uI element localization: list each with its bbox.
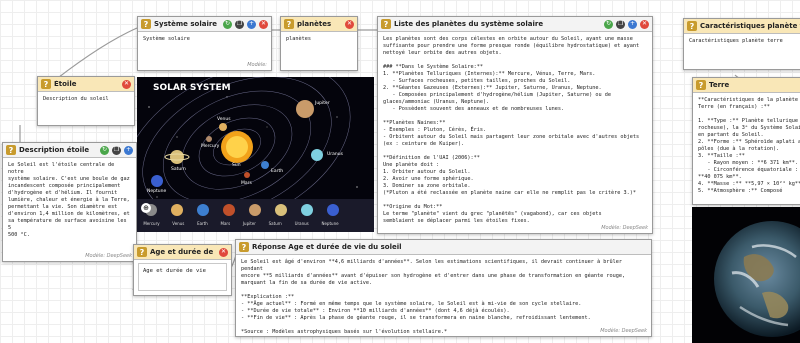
node-text[interactable]: Système solaire	[138, 32, 271, 47]
node-title: Age et durée de vie	[150, 248, 216, 256]
node-reponse-age[interactable]: ? Réponse Age et durée de vie du soleil …	[235, 239, 652, 337]
node-text[interactable]: Caractéristiques planète terre	[684, 34, 800, 49]
close-icon[interactable]: ✕	[259, 19, 268, 29]
node-title: Liste des planètes du système solaire	[394, 20, 544, 28]
model-label: Modèle: DeepSeek	[601, 225, 648, 231]
node-text[interactable]: Le Soleil est l'étoile centrale de notre…	[3, 158, 136, 243]
node-text[interactable]: Age et durée de vie	[138, 263, 227, 291]
add-icon[interactable]: +	[124, 145, 133, 155]
node-header[interactable]: ? Age et durée de vie ✕	[134, 245, 231, 260]
node-header[interactable]: ? Système solaire ↻ ❐ + ✕	[138, 17, 271, 32]
node-description-etoile[interactable]: ? Description étoile ↻ ❐ + Le Soleil est…	[2, 142, 137, 262]
model-label: Modèle: DeepSeek	[85, 253, 132, 259]
earth-illustration	[714, 221, 800, 337]
strip-label-mars: Mars	[220, 221, 231, 226]
question-icon: ?	[687, 21, 697, 31]
planet-strip-labels: Mercury Venus Earth Mars Jupiter Saturn …	[137, 221, 345, 226]
strip-label-venus: Venus	[172, 221, 185, 226]
solar-system-title: SOLAR SYSTEM	[153, 83, 231, 93]
label-mercury: Mercury	[201, 144, 220, 149]
strip-label-earth: Earth	[197, 221, 208, 226]
earth-image	[692, 207, 800, 343]
question-icon: ?	[141, 19, 151, 29]
question-icon: ?	[41, 79, 51, 89]
refresh-icon[interactable]: ↻	[604, 19, 613, 29]
label-jupiter: Jupiter	[315, 101, 330, 106]
add-icon[interactable]: +	[247, 19, 256, 29]
question-icon: ?	[696, 80, 706, 90]
node-header[interactable]: ? Terre	[693, 78, 800, 93]
model-label: Modèle:	[247, 62, 267, 68]
label-earth: Earth	[271, 169, 284, 174]
node-etoile[interactable]: ? Étoile ✕ Description du soleil	[37, 76, 135, 126]
label-neptune: Neptune	[147, 189, 167, 194]
question-icon: ?	[381, 19, 391, 29]
node-text[interactable]: Description du soleil	[38, 92, 134, 107]
solar-system-image: SOLAR SYSTEM Sun Mercury Venus Earth Mar…	[137, 77, 374, 232]
node-header[interactable]: ? planètes ✕	[281, 17, 357, 32]
node-title: Description étoile	[19, 146, 90, 154]
close-icon[interactable]: ✕	[219, 247, 228, 257]
copy-icon[interactable]: ❐	[235, 19, 244, 29]
node-text[interactable]: Le Soleil est âgé d'environ **4,6 millia…	[236, 255, 651, 336]
node-age-duree[interactable]: ? Age et durée de vie ✕ Age et durée de …	[133, 244, 232, 296]
node-title: Caractéristiques planète terre	[700, 22, 800, 30]
strip-label-mercury: Mercury	[143, 221, 160, 226]
model-label: Modèle: DeepSeek	[600, 328, 647, 334]
label-mars: Mars	[241, 181, 252, 186]
add-icon[interactable]: +	[628, 19, 637, 29]
question-icon: ?	[137, 247, 147, 257]
node-terre[interactable]: ? Terre **Caractéristiques de la planète…	[692, 77, 800, 205]
node-text[interactable]: **Caractéristiques de la planète Terre (…	[693, 93, 800, 199]
close-icon[interactable]: ✕	[122, 79, 131, 89]
question-icon: ?	[239, 242, 249, 252]
close-icon[interactable]: ✕	[640, 19, 649, 29]
zoom-image-icon[interactable]: ⊕	[141, 203, 151, 213]
node-title: Système solaire	[154, 20, 218, 28]
node-text[interactable]: planètes	[281, 32, 357, 47]
strip-label-jupiter: Jupiter	[242, 221, 256, 226]
label-saturn: Saturn	[171, 167, 186, 172]
node-header[interactable]: ? Caractéristiques planète terre	[684, 19, 800, 34]
label-uranus: Uranus	[327, 152, 343, 157]
node-text[interactable]: Les planètes sont des corps célestes en …	[378, 32, 652, 225]
label-sun: Sun	[232, 163, 241, 168]
node-title: planètes	[297, 20, 332, 28]
question-icon: ?	[284, 19, 294, 29]
node-systeme-solaire[interactable]: ? Système solaire ↻ ❐ + ✕ Système solair…	[137, 16, 272, 71]
question-icon: ?	[6, 145, 16, 155]
copy-icon[interactable]: ❐	[616, 19, 625, 29]
refresh-icon[interactable]: ↻	[223, 19, 232, 29]
label-venus: Venus	[217, 117, 231, 122]
strip-label-neptune: Neptune	[321, 221, 339, 226]
refresh-icon[interactable]: ↻	[100, 145, 109, 155]
copy-icon[interactable]: ❐	[112, 145, 121, 155]
node-header[interactable]: ? Liste des planètes du système solaire …	[378, 17, 652, 32]
node-caracteristiques-terre[interactable]: ? Caractéristiques planète terre Caracté…	[683, 18, 800, 70]
node-header[interactable]: ? Description étoile ↻ ❐ +	[3, 143, 136, 158]
close-icon[interactable]: ✕	[345, 19, 354, 29]
node-liste-planetes[interactable]: ? Liste des planètes du système solaire …	[377, 16, 653, 234]
strip-label-saturn: Saturn	[268, 221, 282, 226]
node-header[interactable]: ? Étoile ✕	[38, 77, 134, 92]
strip-label-uranus: Uranus	[294, 221, 309, 226]
node-header[interactable]: ? Réponse Age et durée de vie du soleil	[236, 240, 651, 255]
node-planetes[interactable]: ? planètes ✕ planètes	[280, 16, 358, 71]
node-title: Terre	[709, 81, 730, 89]
node-title: Réponse Age et durée de vie du soleil	[252, 243, 402, 251]
node-title: Étoile	[54, 80, 77, 88]
